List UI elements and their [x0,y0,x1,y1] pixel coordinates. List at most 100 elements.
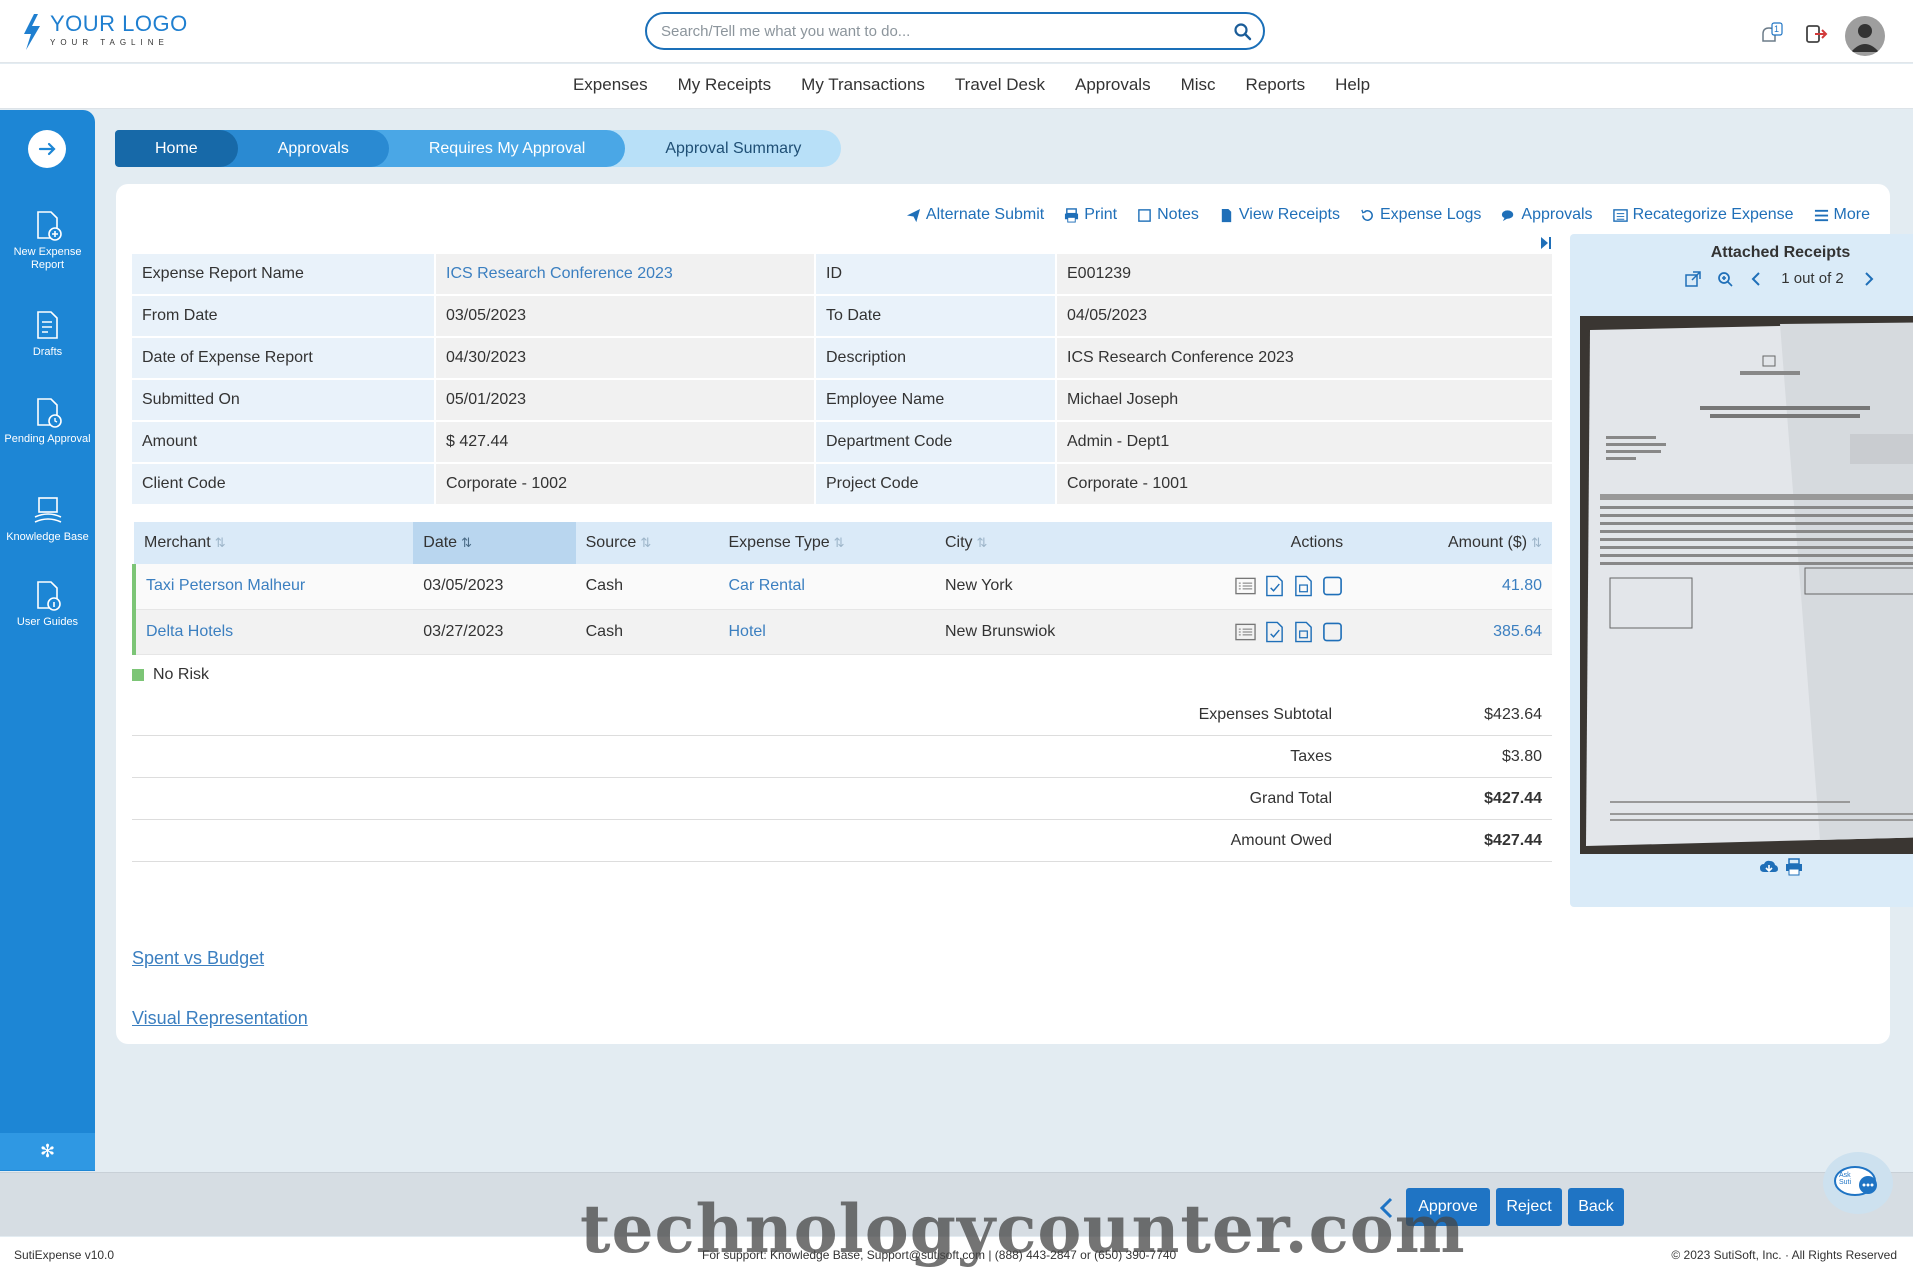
sidebar-settings[interactable]: ✻ [0,1133,95,1170]
select-checkbox-icon[interactable] [1322,575,1343,597]
nav-misc[interactable]: Misc [1166,64,1231,108]
sidebar-item-user-guides[interactable]: User Guides [0,580,95,629]
approvals-action[interactable]: Approvals [1501,206,1593,224]
column-header-date[interactable]: Date ⇅ [413,522,576,564]
print-icon[interactable] [1785,858,1803,876]
collapse-panel-icon[interactable] [1540,236,1552,250]
header-label: Merchant [144,534,211,551]
column-header-actions: Actions [1140,522,1358,564]
back-button[interactable]: Back [1568,1188,1624,1226]
chevron-left-icon[interactable] [1749,271,1765,287]
nav-my-transactions[interactable]: My Transactions [786,64,940,108]
sort-icon[interactable]: ⇅ [215,535,226,551]
column-header-city[interactable]: City ⇅ [934,522,1141,564]
chevron-right-icon[interactable] [1860,271,1876,287]
header-label: Amount ($) [1447,534,1528,551]
amount-link[interactable]: 385.64 [1493,623,1542,640]
more-action[interactable]: More [1814,206,1870,224]
column-header-source[interactable]: Source ⇅ [575,522,719,564]
merchant-link[interactable]: Delta Hotels [146,623,233,640]
value-id: E001239 [1055,254,1552,296]
amount-link[interactable]: 41.80 [1502,577,1542,594]
spent-vs-budget-link[interactable]: Spent vs Budget [132,948,264,969]
details-list-icon[interactable] [1235,621,1256,643]
approve-line-icon[interactable] [1264,621,1285,643]
external-link-icon[interactable] [1685,270,1701,287]
receipts-title: Attached Receipts [1710,244,1851,261]
expense-logs-action[interactable]: Expense Logs [1360,206,1481,224]
logo-icon [24,14,40,50]
view-receipts-action[interactable]: View Receipts [1219,206,1340,224]
nav-help[interactable]: Help [1320,64,1385,108]
proxy-logout-icon[interactable] [1798,16,1830,61]
zoom-in-icon[interactable] [1717,271,1733,287]
nav-my-receipts[interactable]: My Receipts [663,64,787,108]
amount-owed-value: $427.44 [1484,831,1542,849]
header-label: Date [423,534,458,551]
notes-action[interactable]: Notes [1137,206,1199,224]
details-list-icon[interactable] [1235,575,1256,597]
expense-type-link[interactable]: Car Rental [729,577,805,594]
action-label: Notes [1157,206,1199,223]
cell-source: Cash [575,609,719,655]
nav-expenses[interactable]: Expenses [558,64,663,108]
label-id: ID [814,254,1055,296]
logo-tagline: YOUR TAGLINE [50,38,169,47]
ask-suti-chat-button[interactable]: Ask Suti [1823,1152,1893,1214]
breadcrumb-home[interactable]: Home [115,130,238,167]
nav-travel-desk[interactable]: Travel Desk [940,64,1060,108]
sidebar-item-label: Pending Approval [4,433,91,445]
receipt-doc-icon[interactable] [1293,621,1314,643]
search-icon[interactable] [1233,22,1253,42]
reject-button[interactable]: Reject [1496,1188,1562,1226]
receipt-image[interactable] [1580,316,1913,854]
recategorize-expense-action[interactable]: Recategorize Expense [1612,206,1794,224]
sidebar-item-knowledge-base[interactable]: Knowledge Base [0,495,95,544]
sidebar-item-drafts[interactable]: Drafts [0,310,95,359]
receipt-photo [1580,316,1913,854]
menu-button[interactable] [28,130,66,168]
sidebar-item-label: User Guides [16,616,79,628]
approve-line-icon[interactable] [1264,575,1285,597]
print-icon [1065,207,1079,223]
notification-bell-icon[interactable]: 1 [1755,20,1785,55]
send-icon [906,208,920,222]
column-header-expense-type[interactable]: Expense Type ⇅ [718,522,935,564]
chat-bot-label: Ask Suti [1839,1172,1852,1186]
user-avatar[interactable] [1845,16,1885,56]
company-logo[interactable]: YOUR LOGO YOUR TAGLINE [18,12,188,52]
expense-type-link[interactable]: Hotel [729,623,766,640]
breadcrumb-requires-my-approval[interactable]: Requires My Approval [370,130,626,167]
totals-row: Taxes $3.80 [132,736,1552,778]
expense-report-name-link[interactable]: ICS Research Conference 2023 [446,265,673,282]
alternate-submit-action[interactable]: Alternate Submit [906,206,1044,224]
risk-indicator [132,669,144,681]
sidebar-item-pending-approval[interactable]: Pending Approval [0,397,95,446]
sort-icon[interactable]: ⇅ [640,535,651,551]
column-header-amount[interactable]: Amount ($) ⇅ [1357,522,1552,564]
breadcrumb-approvals[interactable]: Approvals [219,130,389,167]
amount-owed-label: Amount Owed [1230,831,1332,849]
merchant-link[interactable]: Taxi Peterson Malheur [146,577,305,594]
column-header-merchant[interactable]: Merchant ⇅ [134,522,414,564]
nav-approvals[interactable]: Approvals [1060,64,1166,108]
value-amount: $ 427.44 [434,422,814,464]
receipt-doc-icon[interactable] [1293,575,1314,597]
sort-icon[interactable]: ⇅ [461,535,472,551]
visual-representation-link[interactable]: Visual Representation [132,1008,308,1029]
header-label: Expense Type [728,534,830,551]
nav-reports[interactable]: Reports [1231,64,1321,108]
value-date-of-report: 04/30/2023 [434,338,814,380]
pending-approval-icon [36,398,62,428]
new-expense-report-icon [36,211,62,241]
copyright: © 2023 SutiSoft, Inc. · All Rights Reser… [1671,1248,1897,1262]
select-checkbox-icon[interactable] [1322,621,1343,643]
sort-icon[interactable]: ⇅ [977,535,988,551]
sort-icon[interactable]: ⇅ [1531,535,1542,551]
print-action[interactable]: Print [1064,206,1117,224]
search-bar[interactable] [645,12,1265,50]
sidebar-item-new-expense-report[interactable]: New Expense Report [0,210,95,272]
cloud-download-icon[interactable] [1759,858,1779,876]
search-input[interactable] [661,14,1221,48]
sort-icon[interactable]: ⇅ [834,535,845,551]
